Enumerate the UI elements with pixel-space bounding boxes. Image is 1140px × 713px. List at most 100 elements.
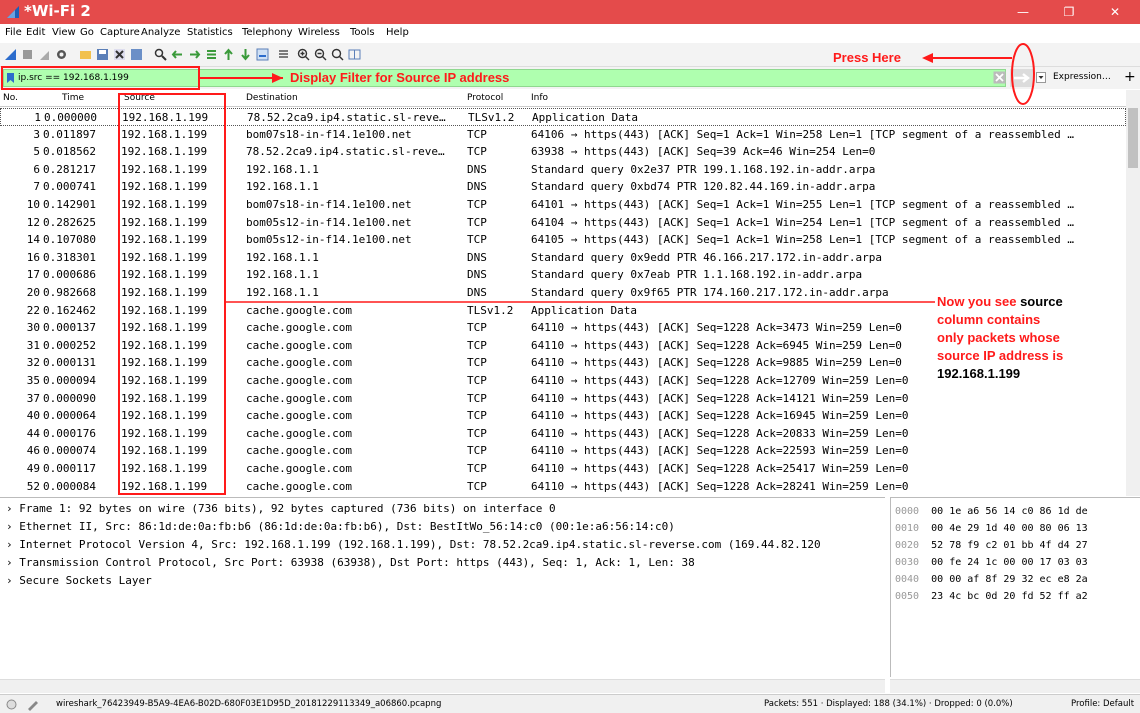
detail-row-frame[interactable]: › Frame 1: 92 bytes on wire (736 bits), … [6,502,556,519]
scrollbar-thumb[interactable] [1128,108,1138,168]
packet-row[interactable]: 6 0.281217 192.168.1.199 192.168.1.1 DNS Stan… [0,161,1126,179]
save-icon[interactable] [96,48,109,61]
find-icon[interactable] [154,48,167,61]
last-packet-icon[interactable] [239,48,252,61]
packet-cell-info: 64110 → https(443) [ACK] Seq=1228 Ack=14… [531,391,909,405]
shark-fin-start-icon[interactable] [4,48,17,61]
packet-row[interactable]: 49 0.000117 192.168.1.199 cache.google.com T… [0,460,1126,478]
packet-cell-proto: TCP [467,127,487,141]
packet-row[interactable]: 12 0.282625 192.168.1.199 bom05s12-in-f14.1… [0,214,1126,232]
bookmark-icon[interactable] [6,72,15,84]
packet-row[interactable]: 46 0.000074 192.168.1.199 cache.google.com T… [0,442,1126,460]
expert-info-icon[interactable] [6,699,17,710]
packet-bytes-pane[interactable]: 0000 00 1e a6 56 14 c0 86 1d de 0010 00 … [890,497,1140,677]
hex-row[interactable]: 0050 23 4c bc 0d 20 fd 52 ff a2 [895,591,1088,608]
menu-file[interactable]: File [5,27,22,38]
details-horizontal-scrollbar[interactable] [0,679,885,693]
expression-button[interactable]: Expression… [1053,72,1111,82]
detail-row-ethernet[interactable]: › Ethernet II, Src: 86:1d:de:0a:fb:b6 (8… [6,520,675,537]
column-header-time[interactable]: Time [62,93,84,103]
packet-details-pane[interactable]: › Frame 1: 92 bytes on wire (736 bits), … [0,497,885,677]
column-header-info[interactable]: Info [531,93,548,103]
reload-icon[interactable] [130,48,143,61]
detail-row-ipv4[interactable]: › Internet Protocol Version 4, Src: 192.… [6,538,821,555]
add-filter-button[interactable]: + [1124,69,1136,85]
packet-row[interactable]: 7 0.000741 192.168.1.199 192.168.1.1 DNS Stan… [0,178,1126,196]
expand-arrow-icon[interactable]: › [6,538,19,551]
filter-history-dropdown-icon[interactable] [1036,72,1046,83]
menu-analyze[interactable]: Analyze [141,27,180,38]
packet-row[interactable]: 40 0.000064 192.168.1.199 cache.google.com T… [0,407,1126,425]
hex-row[interactable]: 0000 00 1e a6 56 14 c0 86 1d de [895,506,1088,523]
expand-arrow-icon[interactable]: › [6,502,19,515]
clear-filter-icon[interactable] [993,71,1006,84]
hex-row[interactable]: 0020 52 78 f9 c2 01 bb 4f d4 27 [895,540,1088,557]
close-window-button[interactable]: ✕ [1092,0,1138,24]
hex-row[interactable]: 0010 00 4e 29 1d 40 00 80 06 13 [895,523,1088,540]
first-packet-icon[interactable] [222,48,235,61]
back-icon[interactable] [171,48,184,61]
autoscroll-icon[interactable] [256,48,269,61]
menu-wireless[interactable]: Wireless [298,27,340,38]
menu-bar: File Edit View Go Capture Analyze Statis… [0,24,1140,43]
hex-row[interactable]: 0030 00 fe 24 1c 00 00 17 03 03 [895,557,1088,574]
packet-row[interactable]: 52 0.000084 192.168.1.199 cache.google.com T… [0,478,1126,496]
menu-telephony[interactable]: Telephony [242,27,293,38]
profile-label[interactable]: Profile: Default [1071,699,1134,709]
packet-row[interactable]: 16 0.318301 192.168.1.199 192.168.1.1 DNS Sta… [0,249,1126,267]
bytes-horizontal-scrollbar[interactable] [890,679,1140,693]
capture-comment-icon[interactable] [26,698,39,711]
menu-capture[interactable]: Capture [100,27,140,38]
restore-button[interactable]: ❐ [1046,0,1092,24]
stop-icon[interactable] [21,48,34,61]
menu-tools[interactable]: Tools [350,27,375,38]
zoom-out-icon[interactable] [314,48,327,61]
normal-size-icon[interactable] [331,48,344,61]
forward-icon[interactable] [188,48,201,61]
packet-row[interactable]: 44 0.000176 192.168.1.199 cache.google.com T… [0,425,1126,443]
close-file-icon[interactable] [113,48,126,61]
packet-row[interactable]: 37 0.000090 192.168.1.199 cache.google.com T… [0,390,1126,408]
options-gear-icon[interactable] [55,48,68,61]
column-header-destination[interactable]: Destination [246,93,298,103]
packet-row[interactable]: 14 0.107080 192.168.1.199 bom05s12-in-f14.1… [0,231,1126,249]
zoom-in-icon[interactable] [297,48,310,61]
packet-row[interactable]: 5 0.018562 192.168.1.199 78.52.2ca9.ip4.sta… [0,143,1126,161]
packet-list-scrollbar[interactable] [1126,90,1140,496]
detail-row-ssl[interactable]: › Secure Sockets Layer [6,574,152,591]
packet-row[interactable]: 3 0.011897 192.168.1.199 bom07s18-in-f14.1e… [0,126,1126,144]
column-header-protocol[interactable]: Protocol [467,93,503,103]
capture-file-name: wireshark_76423949-B5A9-4EA6-B02D-680F03… [56,699,442,709]
packet-cell-src: 192.168.1.199 [121,162,208,176]
go-to-packet-icon[interactable] [205,48,218,61]
packet-cell-info: 64101 → https(443) [ACK] Seq=1 Ack=1 Win… [531,198,1075,211]
packet-cell-proto: TCP [467,462,487,475]
menu-go[interactable]: Go [80,27,94,38]
apply-filter-arrow-icon[interactable] [1010,69,1034,87]
menu-statistics[interactable]: Statistics [187,27,233,38]
expand-arrow-icon[interactable]: › [6,556,19,569]
restart-icon[interactable] [38,48,51,61]
expand-arrow-icon[interactable]: › [6,520,19,533]
packet-row[interactable]: 1 0.000000 192.168.1.199 78.52.2ca9.ip4.sta… [0,108,1126,126]
column-header-source[interactable]: Source [124,93,155,103]
packet-cell-time: 0.000176 [43,426,96,440]
menu-edit[interactable]: Edit [26,27,45,38]
expand-arrow-icon[interactable]: › [6,574,19,587]
open-folder-icon[interactable] [79,48,92,61]
menu-help[interactable]: Help [386,27,409,38]
menu-view[interactable]: View [52,27,76,38]
hex-row[interactable]: 0040 00 00 af 8f 29 32 ec e8 2a [895,574,1088,591]
colorize-icon[interactable] [277,48,290,61]
packet-cell-proto: TCP [467,409,487,423]
column-header-no[interactable]: No. [3,93,18,103]
packet-row[interactable]: 17 0.000686 192.168.1.199 192.168.1.1 DNS Sta… [0,266,1126,284]
detail-row-tcp[interactable]: › Transmission Control Protocol, Src Por… [6,556,695,573]
display-filter-input[interactable] [18,71,198,85]
packet-cell-time: 0.107080 [43,233,96,247]
packet-counts: Packets: 551 · Displayed: 188 (34.1%) · … [764,699,1013,709]
packet-cell-src: 192.168.1.199 [121,233,208,247]
resize-columns-icon[interactable] [348,48,361,61]
packet-row[interactable]: 10 0.142901 192.168.1.199 bom07s18-in-f14.1… [0,196,1126,214]
minimize-button[interactable]: — [1000,0,1046,24]
